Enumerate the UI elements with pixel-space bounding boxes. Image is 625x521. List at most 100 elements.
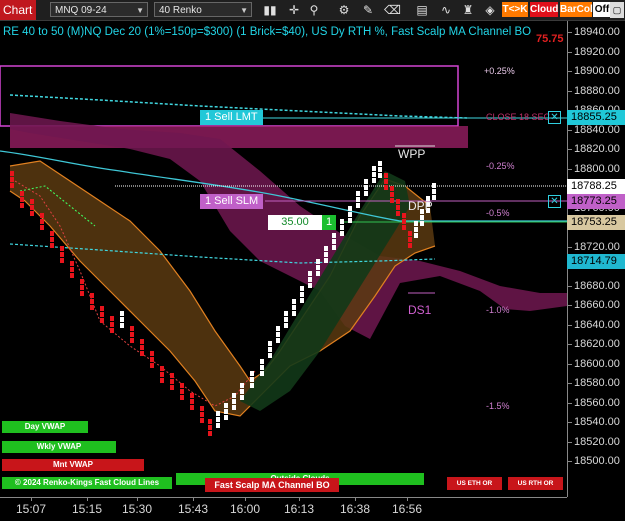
close-icon[interactable]: ✕	[548, 195, 561, 208]
renko-brick	[284, 317, 288, 322]
renko-brick	[80, 291, 84, 296]
renko-brick	[260, 365, 264, 370]
renko-brick	[420, 215, 424, 220]
crosshair-icon[interactable]: ✛	[286, 2, 302, 18]
renko-brick	[180, 395, 184, 400]
fast-cloud-lines-toggle[interactable]: © 2024 Renko-Kings Fast Cloud Lines	[2, 477, 172, 489]
day-vwap-toggle[interactable]: Day VWAP	[2, 421, 88, 433]
renko-brick	[420, 221, 424, 226]
renko-brick	[30, 205, 34, 210]
renko-brick	[60, 246, 64, 251]
tk-cross-button[interactable]: T<>K	[502, 2, 528, 17]
time-tick-mark	[137, 498, 138, 501]
toggle-icon[interactable]: ▢	[610, 2, 624, 18]
chart-tab[interactable]: Chart	[0, 0, 36, 20]
time-tick-label: 16:00	[230, 502, 261, 516]
time-tick-mark	[87, 498, 88, 501]
draw-tool-icon[interactable]: ✎	[360, 2, 376, 18]
strategy-icon[interactable]: ♜	[460, 2, 476, 18]
pct-neg-025: -0.25%	[486, 161, 515, 171]
price-tick-mark	[568, 32, 572, 33]
bar-chart-icon[interactable]: ▮▮	[262, 2, 278, 18]
renko-brick	[232, 399, 236, 404]
instrument-selector[interactable]: MNQ 09-24 ▼	[50, 2, 148, 17]
renko-brick	[372, 172, 376, 177]
renko-brick	[402, 225, 406, 230]
renko-brick	[332, 233, 336, 238]
renko-brick	[216, 423, 220, 428]
renko-brick	[216, 411, 220, 416]
hide-tool-icon[interactable]: ⌫	[384, 2, 401, 18]
time-tick-mark	[299, 498, 300, 501]
barcol-button[interactable]: BarCol	[560, 2, 593, 17]
pct-neg-05: -0.5%	[486, 208, 510, 218]
sell-lmt-order[interactable]: 1 Sell LMT	[200, 110, 263, 125]
renko-brick	[208, 431, 212, 436]
renko-brick	[308, 271, 312, 276]
tag-icon[interactable]: ◈	[482, 2, 498, 18]
time-tick-label: 15:15	[72, 502, 103, 516]
renko-brick	[348, 206, 352, 211]
renko-brick	[140, 351, 144, 356]
renko-brick	[224, 409, 228, 414]
renko-brick	[268, 353, 272, 358]
renko-brick	[250, 377, 254, 382]
renko-brick	[300, 298, 304, 303]
price-tick-label: 18940.00	[574, 26, 620, 38]
off-button[interactable]: Off	[593, 2, 611, 17]
renko-brick	[356, 197, 360, 202]
renko-brick	[348, 218, 352, 223]
position-avg-price[interactable]: 35.00	[268, 215, 322, 230]
price-tick-label: 18540.00	[574, 416, 620, 428]
renko-brick	[332, 239, 336, 244]
price-tick-label: 18560.00	[574, 396, 620, 409]
renko-brick	[432, 183, 436, 188]
renko-brick	[372, 178, 376, 183]
renko-brick	[324, 252, 328, 257]
chart-panel[interactable]: RE 40 to 50 (M)NQ Dec 20 (1%=150p=$300) …	[0, 21, 567, 497]
renko-brick	[216, 417, 220, 422]
properties-icon[interactable]: ⚙	[336, 2, 352, 18]
renko-brick	[268, 341, 272, 346]
price-tick-mark	[568, 149, 572, 150]
cloud-button[interactable]: Cloud	[530, 2, 558, 17]
indicator-icon[interactable]: ∿	[438, 2, 454, 18]
price-tick-mark	[568, 168, 572, 170]
renko-brick	[240, 395, 244, 400]
renko-brick	[20, 197, 24, 202]
price-tick-mark	[568, 402, 572, 404]
renko-brick	[324, 246, 328, 251]
renko-brick	[378, 167, 382, 172]
renko-brick	[292, 299, 296, 304]
renko-brick	[50, 231, 54, 236]
price-tick-label: 18580.00	[574, 377, 620, 389]
renko-brick	[200, 412, 204, 417]
price-tick-mark	[568, 461, 572, 462]
overlay-price-red: 75.75	[536, 33, 564, 45]
time-tick-mark	[193, 498, 194, 501]
fast-scalp-toggle[interactable]: Fast Scalp MA Channel BO	[205, 478, 339, 492]
price-tick-label: 18660.00	[574, 299, 620, 311]
mnt-vwap-toggle[interactable]: Mnt VWAP	[2, 459, 144, 471]
template-icon[interactable]: ▤	[414, 2, 430, 18]
sell-slm-order[interactable]: 1 Sell SLM	[200, 194, 264, 209]
time-tick-label: 15:30	[122, 502, 153, 516]
price-tick-label: 18820.00	[574, 143, 620, 155]
bar-type-selector[interactable]: 40 Renko ▼	[154, 2, 252, 17]
renko-brick	[340, 225, 344, 230]
renko-brick	[300, 292, 304, 297]
us-eth-or-toggle[interactable]: US ETH OR	[447, 477, 502, 490]
us-rth-or-toggle[interactable]: US RTH OR	[508, 477, 563, 490]
wkly-vwap-toggle[interactable]: Wkly VWAP	[2, 441, 116, 453]
close-icon[interactable]: ✕	[548, 111, 561, 124]
position-quantity[interactable]: 1	[322, 215, 336, 230]
price-tick-mark	[568, 51, 572, 53]
renko-brick	[160, 372, 164, 377]
renko-brick	[396, 211, 400, 216]
renko-brick	[170, 373, 174, 378]
renko-brick	[60, 252, 64, 257]
time-axis[interactable]: 15:07 15:15 15:30 15:43 16:00 16:13 16:38 16:56	[0, 497, 567, 521]
zoom-icon[interactable]: ⚲	[306, 2, 322, 18]
renko-brick	[130, 326, 134, 331]
renko-brick	[120, 311, 124, 316]
